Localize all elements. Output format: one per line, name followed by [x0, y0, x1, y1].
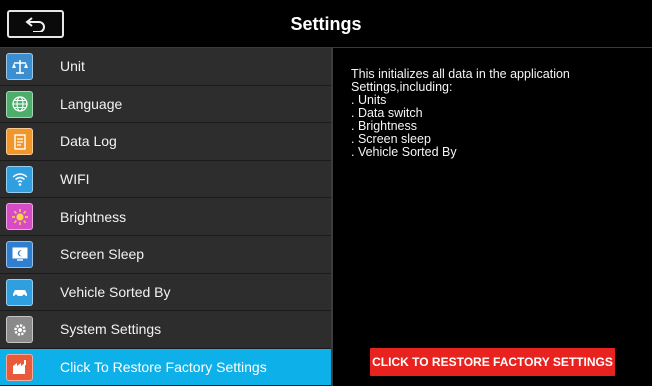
page-title: Settings — [290, 14, 362, 34]
detail-panel: This initializes all data in the applica… — [333, 48, 652, 386]
brightness-icon — [6, 203, 33, 231]
sidebar-item-brightness[interactable]: Brightness — [0, 198, 331, 236]
log-icon — [6, 128, 33, 156]
sidebar-item-screen-sleep[interactable]: Screen Sleep — [0, 235, 331, 274]
factory-icon — [6, 353, 33, 381]
sidebar-item-label: Data Log — [60, 133, 117, 150]
wifi-icon — [6, 165, 33, 193]
sidebar-item-language[interactable]: Language — [0, 85, 331, 124]
car-icon — [6, 278, 33, 306]
sidebar-item-label: Unit — [60, 58, 85, 75]
sidebar-item-label: Vehicle Sorted By — [60, 283, 171, 300]
sidebar-item-label: WIFI — [60, 171, 90, 188]
sidebar-item-label: Brightness — [60, 208, 127, 225]
restore-factory-button[interactable]: CLICK TO RESTORE FACTORY SETTINGS — [370, 348, 615, 376]
sidebar-item-vehicle-sorted-by[interactable]: Vehicle Sorted By — [0, 273, 331, 312]
description-line: . Vehicle Sorted By — [351, 145, 457, 159]
sidebar-item-data-log[interactable]: Data Log — [0, 123, 331, 161]
description-text: This initializes all data in the applica… — [351, 68, 570, 159]
sidebar-item-system-settings[interactable]: System Settings — [0, 311, 331, 349]
sidebar-item-restore-factory[interactable]: Click To Restore Factory Settings — [0, 348, 331, 386]
globe-icon — [6, 90, 33, 118]
sidebar-item-label: System Settings — [60, 321, 162, 338]
title-bar: Settings — [0, 0, 652, 48]
sidebar-item-label: Screen Sleep — [60, 246, 145, 263]
gear-icon — [6, 316, 33, 344]
sidebar-item-label: Click To Restore Factory Settings — [60, 359, 267, 376]
sidebar-item-wifi[interactable]: WIFI — [0, 160, 331, 199]
screen-sleep-icon — [6, 240, 33, 268]
sidebar: Unit Language Data Log WIFI Brightness S… — [0, 48, 331, 386]
sidebar-item-unit[interactable]: Unit — [0, 48, 331, 86]
scale-icon — [6, 53, 33, 80]
sidebar-item-label: Language — [60, 95, 123, 112]
